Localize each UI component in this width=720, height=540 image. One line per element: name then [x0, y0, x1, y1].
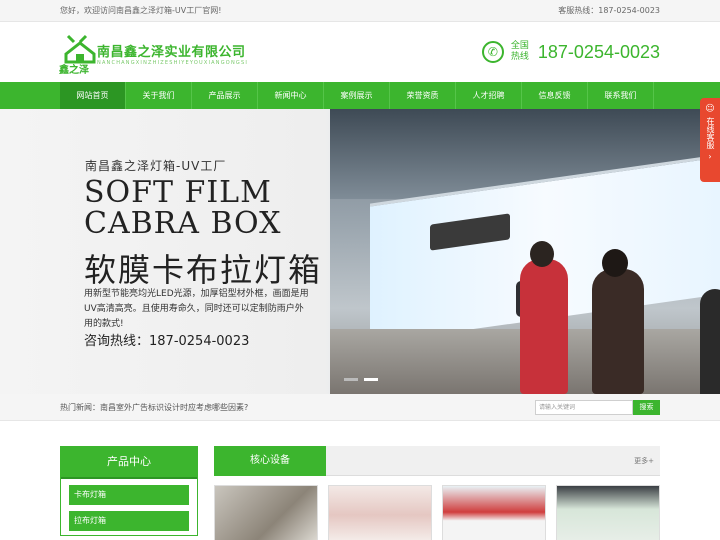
equipment-thumbnail[interactable]	[556, 485, 660, 540]
product-category-item[interactable]: 拉布灯箱	[69, 511, 189, 531]
welcome-text: 您好，欢迎访问南昌鑫之泽灯箱-UV工厂官网!	[60, 6, 222, 15]
nav-item-feedback[interactable]: 信息反馈	[522, 82, 588, 109]
banner-title-cn: 软膜卡布拉灯箱	[84, 251, 323, 289]
content-section: 产品中心 卡布灯箱 拉布灯箱 核心设备 更多+	[0, 421, 720, 540]
banner-subtitle: 南昌鑫之泽灯箱-UV工厂	[85, 159, 227, 173]
more-link[interactable]: 更多+	[634, 456, 654, 466]
search-button[interactable]: 搜索	[633, 400, 660, 415]
equipment-thumbnail[interactable]	[214, 485, 318, 540]
hot-news-bar: 热门新闻：南昌室外广告标识设计时应考虑哪些因素? 请输入关键词 搜索	[0, 394, 720, 421]
slide-dot-2[interactable]	[364, 378, 378, 381]
banner-photo	[330, 109, 720, 394]
equipment-thumbnail[interactable]	[442, 485, 546, 540]
search-input[interactable]: 请输入关键词	[535, 400, 633, 415]
nav-item-products[interactable]: 产品展示	[192, 82, 258, 109]
company-name: 南昌鑫之泽实业有限公司	[97, 45, 246, 60]
top-bar: 您好，欢迎访问南昌鑫之泽灯箱-UV工厂官网! 客服热线：187-0254-002…	[0, 0, 720, 22]
chevron-right-icon: ›	[708, 152, 712, 161]
service-hotline: 客服热线：187-0254-0023	[558, 6, 660, 15]
logo-text: 鑫之泽	[59, 65, 89, 76]
equipment-thumbnail[interactable]	[328, 485, 432, 540]
product-category-item[interactable]: 卡布灯箱	[69, 485, 189, 505]
core-equipment-header: 核心设备 更多+	[214, 446, 660, 476]
chat-icon: ☺	[705, 104, 715, 114]
slide-indicators	[344, 378, 378, 381]
header-hotline: ✆ 全国热线 187-0254-0023	[481, 41, 660, 63]
nav-item-cases[interactable]: 案例展示	[324, 82, 390, 109]
slide-dot-1[interactable]	[344, 378, 358, 381]
nav-item-careers[interactable]: 人才招聘	[456, 82, 522, 109]
nav-item-contact[interactable]: 联系我们	[588, 82, 654, 109]
company-name-en: NANCHANGXINZHIZESHIYEYOUXIANGONGSI	[97, 60, 249, 66]
hotline-label: 全国热线	[510, 41, 529, 62]
nav-item-honors[interactable]: 荣誉资质	[390, 82, 456, 109]
company-logo[interactable]: 鑫之泽	[59, 32, 98, 76]
nav-item-home[interactable]: 网站首页	[60, 82, 126, 109]
hero-banner[interactable]: 南昌鑫之泽灯箱-UV工厂 SOFT FILM CABRA BOX 软膜卡布拉灯箱…	[0, 109, 720, 394]
banner-title-en-1: SOFT FILM	[84, 175, 272, 210]
core-equipment-title[interactable]: 核心设备	[214, 446, 326, 476]
phone-icon: ✆	[481, 41, 504, 63]
hotline-number: 187-0254-0023	[537, 41, 660, 62]
online-service-button[interactable]: ☺ 在线客服 ›	[700, 98, 720, 182]
hot-news-text[interactable]: 热门新闻：南昌室外广告标识设计时应考虑哪些因素?	[60, 402, 248, 413]
product-center: 产品中心 卡布灯箱 拉布灯箱	[60, 446, 198, 536]
banner-tel: 咨询热线：187-0254-0023	[84, 334, 250, 349]
main-nav: 网站首页 关于我们 产品展示 新闻中心 案例展示 荣誉资质 人才招聘 信息反馈 …	[0, 82, 720, 109]
product-center-title: 产品中心	[61, 447, 197, 479]
banner-description: 用新型节能亮均光LED光源，加厚铝型材外框，画面是用UV高清高亮。且使用寿命久，…	[84, 289, 309, 329]
online-service-label: 在线客服	[706, 117, 715, 149]
nav-item-news[interactable]: 新闻中心	[258, 82, 324, 109]
banner-title-en-2: CABRA BOX	[84, 206, 282, 241]
site-header: 鑫之泽 南昌鑫之泽实业有限公司 NANCHANGXINZHIZESHIYEYOU…	[0, 22, 720, 82]
nav-item-about[interactable]: 关于我们	[126, 82, 192, 109]
